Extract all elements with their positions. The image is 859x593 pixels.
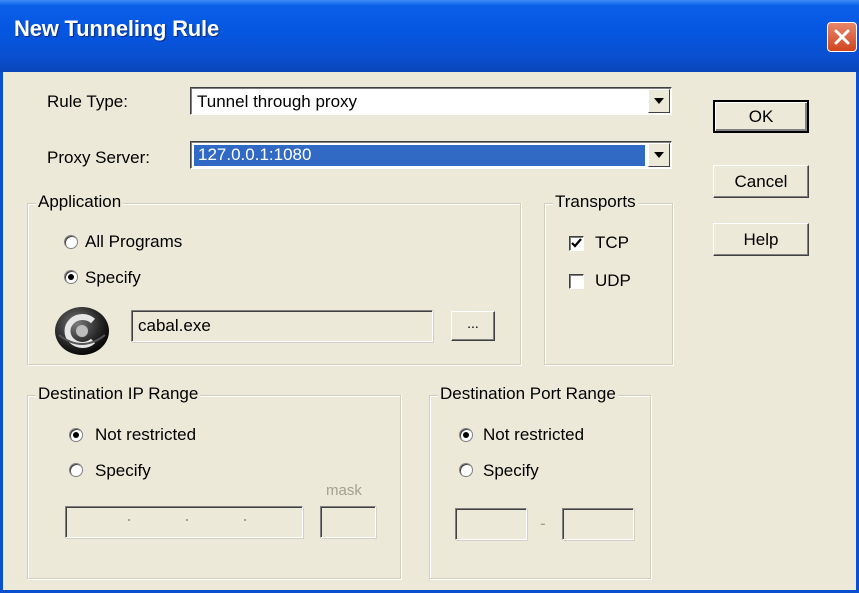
port-specify-radio[interactable] [459,463,473,477]
ip-separator [244,519,246,521]
ip-separator [128,519,130,521]
ip-not-restricted-label: Not restricted [95,425,197,444]
all-programs-radio[interactable] [64,235,78,249]
rule-type-value: Tunnel through proxy [197,92,358,111]
specify-app-label: Specify [85,268,141,287]
mask-label: mask [326,482,362,499]
rule-type-select[interactable]: Tunnel through proxy [190,87,672,115]
udp-label: UDP [595,271,631,290]
proxy-server-label: Proxy Server: [47,148,150,167]
destination-port-group: Destination Port Range [429,384,651,579]
proxy-server-select[interactable]: 127.0.0.1:1080 [190,141,672,169]
proxy-server-value: 127.0.0.1:1080 [194,145,645,166]
application-path-field[interactable]: cabal.exe [131,310,433,342]
transports-group-title: Transports [553,192,638,212]
rule-type-dropdown-button[interactable] [648,89,670,113]
ip-address-field[interactable] [65,506,303,538]
port-not-restricted-label: Not restricted [483,425,585,444]
window-title: New Tunneling Rule [14,16,219,41]
ip-separator [186,519,188,521]
destination-port-group-title: Destination Port Range [438,384,618,404]
cabal-app-icon [55,307,109,355]
help-button[interactable]: Help [713,223,809,256]
chevron-down-icon [654,152,664,158]
port-from-field[interactable] [455,508,527,540]
port-range-separator: - [540,514,546,533]
ok-button[interactable]: OK [713,100,809,133]
checkmark-icon [571,238,582,248]
mask-field[interactable] [320,506,376,538]
all-programs-label: All Programs [85,232,183,251]
port-to-field[interactable] [562,508,634,540]
close-button[interactable] [827,22,857,52]
rule-type-label: Rule Type: [47,92,128,111]
port-specify-label: Specify [483,461,539,480]
destination-ip-group-title: Destination IP Range [36,384,201,404]
title-bar[interactable]: New Tunneling Rule [0,0,859,72]
tcp-checkbox[interactable] [569,236,584,251]
ip-specify-radio[interactable] [69,463,83,477]
chevron-down-icon [654,98,664,104]
proxy-server-dropdown-button[interactable] [648,143,670,167]
application-group-title: Application [36,192,124,212]
dialog-body: Rule Type: Tunnel through proxy Proxy Se… [5,72,856,590]
udp-checkbox[interactable] [569,274,584,289]
dialog-window: New Tunneling Rule Rule Type: Tunnel thr… [0,0,859,593]
close-icon [834,29,850,45]
browse-button[interactable]: ... [451,311,495,341]
port-not-restricted-radio[interactable] [459,428,473,442]
ip-specify-label: Specify [95,461,151,480]
cancel-button[interactable]: Cancel [713,165,809,198]
ip-not-restricted-radio[interactable] [69,428,83,442]
specify-app-radio[interactable] [64,270,78,284]
tcp-label: TCP [595,233,629,252]
application-path-value: cabal.exe [138,316,211,335]
